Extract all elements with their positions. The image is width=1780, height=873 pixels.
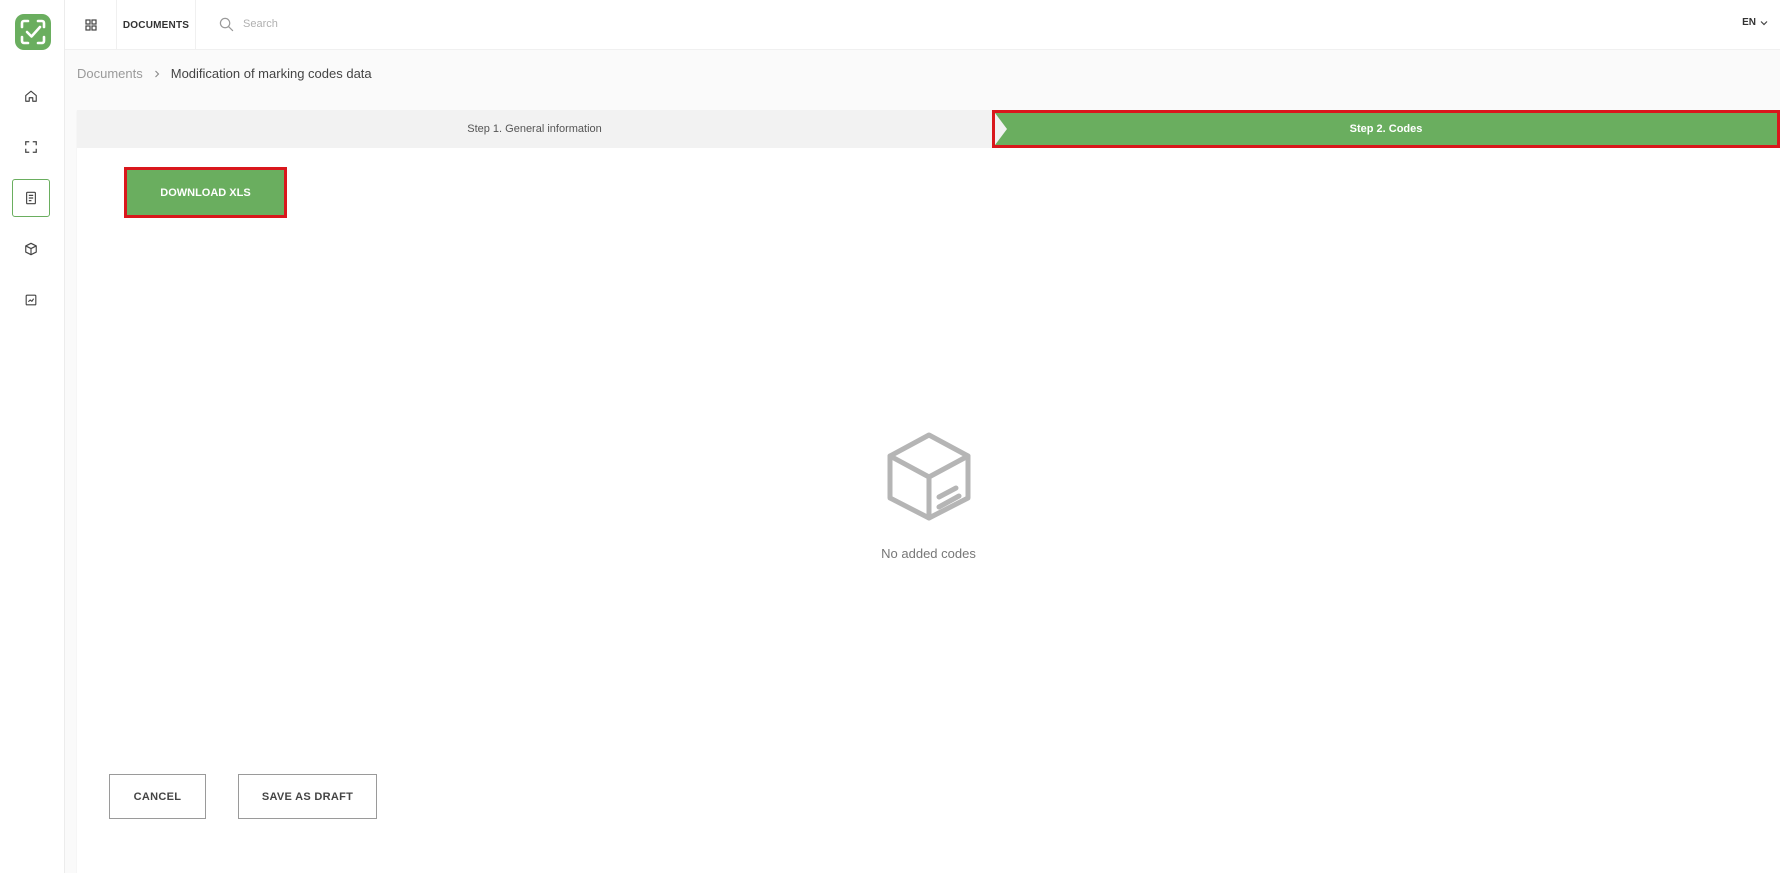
document-icon xyxy=(26,191,36,205)
breadcrumb-documents[interactable]: Documents xyxy=(77,66,143,81)
report-icon xyxy=(25,294,37,306)
empty-box-icon xyxy=(887,432,970,521)
language-label: EN xyxy=(1742,17,1756,28)
step-label: Step 2. Codes xyxy=(1349,123,1423,135)
box-icon xyxy=(25,242,37,256)
section-label[interactable]: DOCUMENTS xyxy=(117,0,196,50)
tab-step-codes[interactable]: Step 2. Codes xyxy=(992,110,1780,148)
sidebar-item-products[interactable] xyxy=(12,230,50,268)
chevron-down-icon xyxy=(1760,20,1768,25)
tab-step-general-information[interactable]: Step 1. General information xyxy=(77,110,992,148)
grid-icon xyxy=(84,19,97,31)
sidebar-item-home[interactable] xyxy=(12,77,50,115)
main-area: Documents Modification of marking codes … xyxy=(65,50,1780,873)
step-label: Step 1. General information xyxy=(467,123,602,135)
empty-state: No added codes xyxy=(77,430,1780,561)
search-icon xyxy=(219,17,234,32)
stepper: Step 1. General information Step 2. Code… xyxy=(77,110,1780,148)
sidebar-item-documents[interactable] xyxy=(12,179,50,217)
scan-frame-icon xyxy=(25,141,37,153)
chevron-right-icon xyxy=(154,70,160,77)
app-logo[interactable] xyxy=(15,14,51,50)
sidebar xyxy=(0,0,65,873)
form-actions: CANCEL SAVE AS DRAFT xyxy=(109,774,377,819)
language-selector[interactable]: EN xyxy=(1742,17,1768,28)
save-as-draft-button[interactable]: SAVE AS DRAFT xyxy=(238,774,377,819)
cancel-button[interactable]: CANCEL xyxy=(109,774,206,819)
apps-menu-button[interactable] xyxy=(65,0,117,50)
document-card: Step 1. General information Step 2. Code… xyxy=(77,110,1780,873)
top-bar: DOCUMENTS EN xyxy=(65,0,1780,50)
sidebar-item-reports[interactable] xyxy=(12,281,50,319)
app-root: DOCUMENTS EN Documents Modification of m… xyxy=(0,0,1780,873)
search-input[interactable] xyxy=(243,13,643,35)
breadcrumb-current: Modification of marking codes data xyxy=(170,66,372,81)
empty-state-text: No added codes xyxy=(881,546,976,561)
sidebar-item-scan[interactable] xyxy=(12,128,50,166)
home-icon xyxy=(25,90,37,102)
step-arrow-notch xyxy=(995,113,1007,145)
breadcrumb: Documents Modification of marking codes … xyxy=(77,66,372,81)
check-scan-logo-icon xyxy=(20,19,46,45)
download-xls-button[interactable]: DOWNLOAD XLS xyxy=(124,167,287,218)
